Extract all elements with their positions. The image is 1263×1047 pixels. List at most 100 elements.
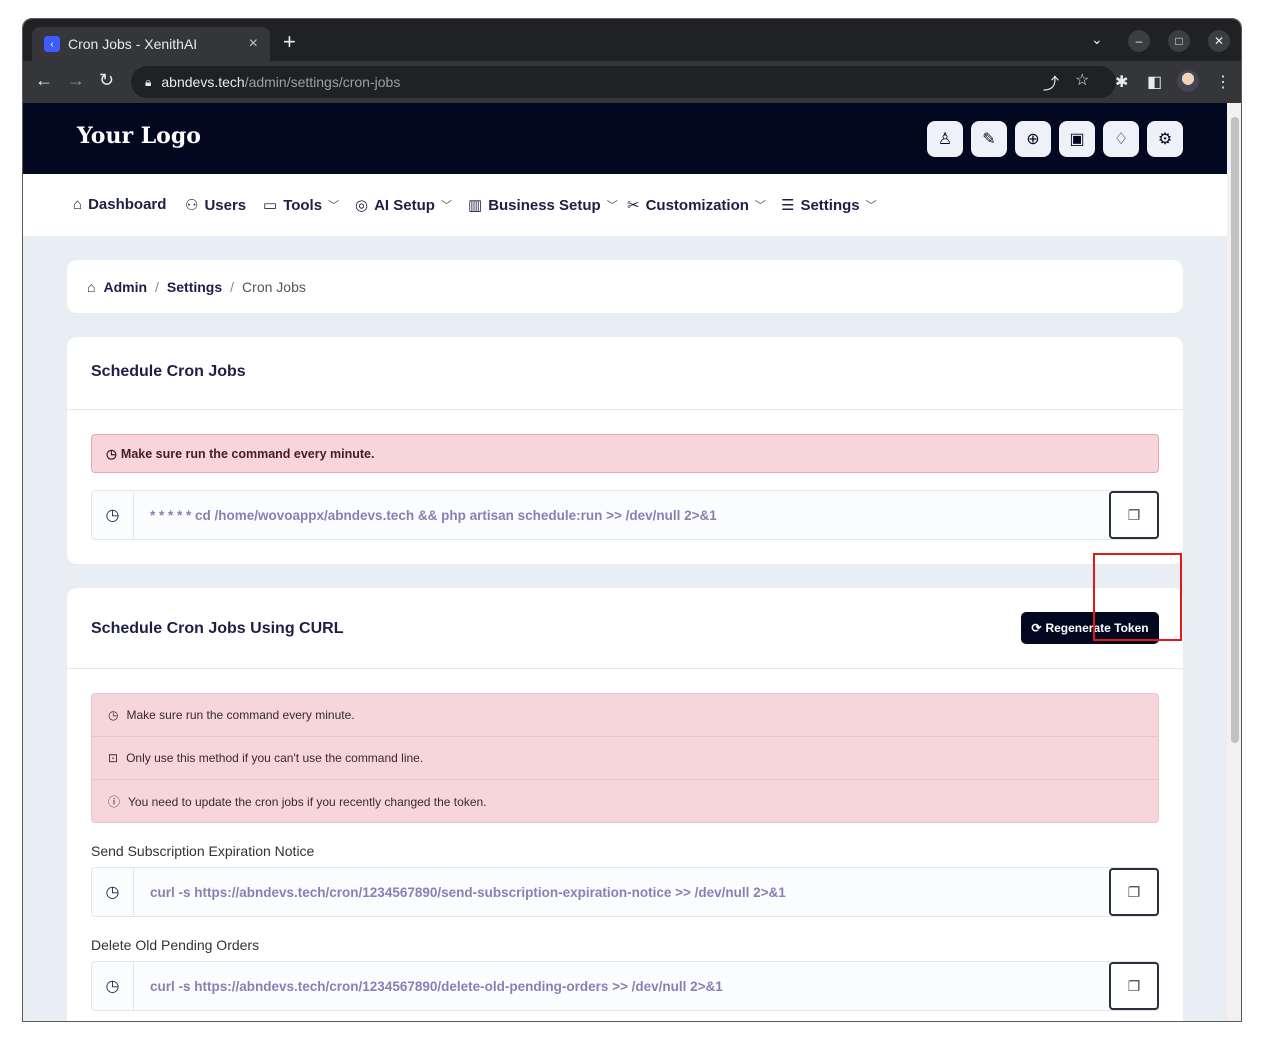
extensions-icon[interactable]: ✱ xyxy=(1115,72,1128,92)
back-icon[interactable]: ← xyxy=(35,70,53,91)
menu-label: Business Setup xyxy=(488,196,601,214)
share-icon[interactable]: ⤴ xyxy=(1043,70,1059,94)
schedule-card: Schedule Cron Jobs ◷ Make sure run the c… xyxy=(67,337,1183,564)
bell-icon[interactable]: ♢ xyxy=(1103,121,1139,157)
menu-label: Tools xyxy=(283,196,323,214)
breadcrumb-admin[interactable]: Admin xyxy=(103,279,147,295)
copy-icon: ❐ xyxy=(1127,977,1141,994)
command-field: ◷ curl -s https://abndevs.tech/cron/1234… xyxy=(91,961,1159,1011)
minimize-icon[interactable]: – xyxy=(1128,30,1150,52)
clock-icon: ◷ xyxy=(92,868,134,916)
paint-icon[interactable]: ✎ xyxy=(971,121,1007,157)
site-logo[interactable]: Your Logo xyxy=(77,123,201,149)
menu-business-setup[interactable]: ▥ Business Setup ﹀ xyxy=(468,196,618,215)
browser-tab[interactable]: ‹ Cron Jobs - XenithAI × xyxy=(32,27,270,61)
reload-icon[interactable]: ↻ xyxy=(99,70,114,91)
copy-button[interactable]: ❐ xyxy=(1109,491,1159,539)
side-panel-icon[interactable]: ◧ xyxy=(1147,72,1162,92)
clock-icon: ◷ xyxy=(92,491,134,539)
command-field: ◷ * * * * * cd /home/wovoappx/abndevs.te… xyxy=(91,490,1159,540)
curl-card: Schedule Cron Jobs Using CURL ⟳ Regenera… xyxy=(67,588,1183,1021)
tools-icon: ✂ xyxy=(627,197,640,214)
terminal-icon: ⊡ xyxy=(108,751,119,765)
menu-customization[interactable]: ✂ Customization ﹀ xyxy=(627,196,766,215)
forward-icon[interactable]: → xyxy=(67,70,85,91)
copy-button[interactable]: ❐ xyxy=(1109,868,1159,916)
menu-dashboard[interactable]: ⌂ Dashboard xyxy=(73,196,166,213)
menu-tools[interactable]: ▭ Tools ﹀ xyxy=(263,196,340,215)
address-bar[interactable]: 🔒︎ abndevs.tech /admin/settings/cron-job… xyxy=(131,66,1116,98)
clock-icon: ◷ xyxy=(106,447,117,461)
window-close-icon[interactable]: ✕ xyxy=(1208,30,1230,52)
menu-users[interactable]: ⚇ Users xyxy=(185,196,247,215)
currency-icon[interactable]: ▣ xyxy=(1059,121,1095,157)
chevron-down-icon: ﹀ xyxy=(754,200,766,212)
tab-close-icon[interactable]: × xyxy=(249,35,258,53)
menu-label: Users xyxy=(204,196,247,214)
alert-text: Make sure run the command every minute. xyxy=(120,446,375,461)
card-title: Schedule Cron Jobs Using CURL xyxy=(91,620,344,637)
card-title: Schedule Cron Jobs xyxy=(91,363,246,380)
briefcase-icon: ▭ xyxy=(263,197,278,214)
command-text[interactable]: curl -s https://abndevs.tech/cron/123456… xyxy=(134,962,1109,1010)
alert-text: Only use this method if you can't use th… xyxy=(126,751,424,765)
copy-button[interactable]: ❐ xyxy=(1109,962,1159,1010)
home-icon: ⌂ xyxy=(73,196,83,213)
profile-avatar[interactable] xyxy=(1177,70,1199,92)
command-text[interactable]: * * * * * cd /home/wovoappx/abndevs.tech… xyxy=(134,491,1109,539)
menu-label: Settings xyxy=(800,196,860,214)
globe-icon[interactable]: ⊕ xyxy=(1015,121,1051,157)
breadcrumb-current: Cron Jobs xyxy=(242,278,306,295)
tab-title: Cron Jobs - XenithAI xyxy=(68,36,198,52)
browser-window: ‹ Cron Jobs - XenithAI × + ⌄ – □ ✕ ← → ↻… xyxy=(22,18,1242,1022)
menu-label: Customization xyxy=(645,196,749,214)
building-icon: ▥ xyxy=(468,197,483,214)
refresh-icon: ⟳ xyxy=(1031,621,1042,635)
ai-icon: ◎ xyxy=(355,197,369,214)
chevron-down-icon: ﹀ xyxy=(606,200,618,212)
user-icon[interactable]: ♙ xyxy=(927,121,963,157)
copy-icon: ❐ xyxy=(1127,883,1141,900)
bookmark-star-icon[interactable]: ☆ xyxy=(1075,70,1089,90)
alert-text: You need to update the cron jobs if you … xyxy=(128,794,487,809)
menu-settings[interactable]: ☰ Settings ﹀ xyxy=(781,196,877,215)
users-icon: ⚇ xyxy=(185,197,199,214)
lock-icon: 🔒︎ xyxy=(145,74,152,89)
chevron-down-icon: ﹀ xyxy=(328,200,340,212)
command-text[interactable]: curl -s https://abndevs.tech/cron/123456… xyxy=(134,868,1109,916)
tab-search-icon[interactable]: ⌄ xyxy=(1091,31,1103,48)
divider xyxy=(67,668,1183,669)
scrollbar-thumb[interactable] xyxy=(1231,117,1239,743)
browser-toolbar: ← → ↻ 🔒︎ abndevs.tech /admin/settings/cr… xyxy=(23,61,1241,103)
user-settings-icon[interactable]: ⚙ xyxy=(1147,121,1183,157)
field-label: Send Subscription Expiration Notice xyxy=(91,843,315,859)
chevron-down-icon: ﹀ xyxy=(440,200,452,212)
main-menu: ⌂ Dashboard ⚇ Users ▭ Tools ﹀ ◎ AI Setup… xyxy=(23,174,1227,236)
scrollbar[interactable] xyxy=(1227,103,1241,1021)
new-tab-button[interactable]: + xyxy=(283,29,296,55)
breadcrumb-settings[interactable]: Settings xyxy=(167,279,222,295)
home-icon: ⌂ xyxy=(87,278,96,295)
alert: ◷ Make sure run the command every minute… xyxy=(91,434,1159,473)
chevron-down-icon: ﹀ xyxy=(865,200,877,212)
url-path: /admin/settings/cron-jobs xyxy=(244,74,401,90)
breadcrumb: ⌂ Admin / Settings / Cron Jobs xyxy=(67,260,1183,313)
menu-ai-setup[interactable]: ◎ AI Setup ﹀ xyxy=(355,196,452,215)
menu-label: AI Setup xyxy=(374,196,435,214)
alert-row: ◷ Make sure run the command every minute… xyxy=(92,694,1158,737)
info-icon: ⓘ xyxy=(108,795,121,809)
favicon-icon: ‹ xyxy=(44,36,60,52)
sliders-icon: ☰ xyxy=(781,197,795,214)
site-header: Your Logo ♙ ✎ ⊕ ▣ ♢ ⚙ xyxy=(23,103,1227,174)
more-menu-icon[interactable]: ⋮ xyxy=(1215,72,1231,92)
maximize-icon[interactable]: □ xyxy=(1168,30,1190,52)
page-viewport: Your Logo ♙ ✎ ⊕ ▣ ♢ ⚙ ⌂ Dashboard ⚇ User… xyxy=(23,103,1227,1021)
divider xyxy=(67,409,1183,410)
alert-row: ⓘ You need to update the cron jobs if yo… xyxy=(92,780,1158,823)
alert-row: ⊡ Only use this method if you can't use … xyxy=(92,737,1158,780)
command-field: ◷ curl -s https://abndevs.tech/cron/1234… xyxy=(91,867,1159,917)
clock-icon: ◷ xyxy=(108,708,119,722)
alert-list: ◷ Make sure run the command every minute… xyxy=(91,693,1159,823)
highlight-box xyxy=(1093,553,1182,641)
url-domain: abndevs.tech xyxy=(161,74,245,90)
